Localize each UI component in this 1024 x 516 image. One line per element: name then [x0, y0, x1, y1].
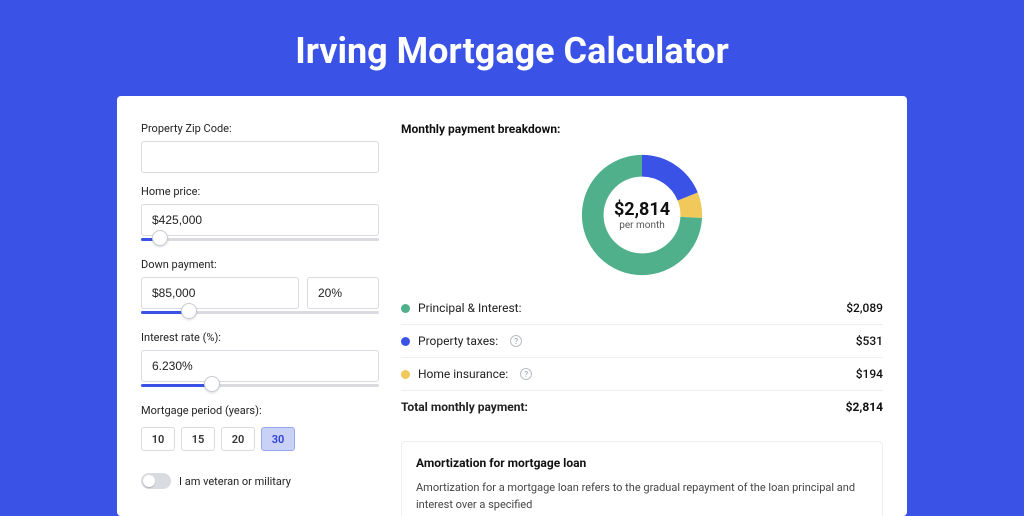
legend-total-row: Total monthly payment: $2,814 [401, 390, 883, 423]
price-input[interactable] [141, 204, 379, 236]
period-option-10[interactable]: 10 [141, 427, 175, 451]
legend-row: Home insurance:? $194 [401, 357, 883, 390]
input-panel: Property Zip Code: Home price: Down paym… [141, 122, 379, 516]
donut-center: $2,814 per month [577, 150, 707, 280]
price-label: Home price: [141, 185, 379, 198]
rate-slider-fill [141, 384, 212, 387]
zip-label: Property Zip Code: [141, 122, 379, 135]
period-option-30[interactable]: 30 [261, 427, 295, 451]
down-slider-thumb[interactable] [181, 303, 197, 319]
down-field: Down payment: [141, 258, 379, 319]
legend-value: $2,089 [846, 301, 883, 315]
calculator-card: Property Zip Code: Home price: Down paym… [117, 96, 907, 516]
period-option-20[interactable]: 20 [221, 427, 255, 451]
price-slider[interactable] [141, 234, 379, 246]
period-label: Mortgage period (years): [141, 404, 379, 417]
veteran-label: I am veteran or military [179, 475, 291, 488]
amortization-text: Amortization for a mortgage loan refers … [416, 480, 868, 513]
legend-label: Principal & Interest: [418, 301, 522, 315]
breakdown-legend: Principal & Interest: $2,089 Property taxe… [401, 292, 883, 423]
rate-input[interactable] [141, 350, 379, 382]
legend-dot [401, 337, 410, 346]
veteran-row: I am veteran or military [141, 473, 379, 489]
donut-amount: $2,814 [614, 199, 670, 220]
amortization-title: Amortization for mortgage loan [416, 456, 868, 470]
period-options: 10152030 [141, 427, 379, 451]
donut-sub: per month [619, 220, 665, 231]
rate-label: Interest rate (%): [141, 331, 379, 344]
info-icon[interactable]: ? [520, 368, 532, 380]
breakdown-panel: Monthly payment breakdown: $2,814 per mo… [401, 122, 883, 516]
page-title: Irving Mortgage Calculator [0, 0, 1024, 96]
down-percent-input[interactable] [307, 277, 379, 309]
rate-slider[interactable] [141, 380, 379, 392]
legend-dot [401, 370, 410, 379]
down-label: Down payment: [141, 258, 379, 271]
rate-field: Interest rate (%): [141, 331, 379, 392]
price-slider-thumb[interactable] [152, 230, 168, 246]
legend-value: $531 [856, 334, 883, 348]
rate-slider-thumb[interactable] [204, 376, 220, 392]
legend-dot [401, 304, 410, 313]
zip-input[interactable] [141, 141, 379, 173]
legend-row: Principal & Interest: $2,089 [401, 292, 883, 324]
down-slider[interactable] [141, 307, 379, 319]
legend-value: $194 [856, 367, 883, 381]
legend-label: Property taxes: [418, 334, 498, 348]
breakdown-title: Monthly payment breakdown: [401, 122, 883, 136]
amortization-box: Amortization for mortgage loan Amortizat… [401, 441, 883, 516]
legend-total-label: Total monthly payment: [401, 400, 528, 414]
donut-chart: $2,814 per month [577, 150, 707, 280]
veteran-toggle[interactable] [141, 473, 171, 489]
zip-field: Property Zip Code: [141, 122, 379, 173]
period-field: Mortgage period (years): 10152030 [141, 404, 379, 451]
legend-row: Property taxes:? $531 [401, 324, 883, 357]
info-icon[interactable]: ? [510, 335, 522, 347]
legend-total-value: $2,814 [846, 400, 883, 414]
period-option-15[interactable]: 15 [181, 427, 215, 451]
legend-label: Home insurance: [418, 367, 508, 381]
donut-chart-wrap: $2,814 per month [401, 144, 883, 286]
down-amount-input[interactable] [141, 277, 299, 309]
price-field: Home price: [141, 185, 379, 246]
